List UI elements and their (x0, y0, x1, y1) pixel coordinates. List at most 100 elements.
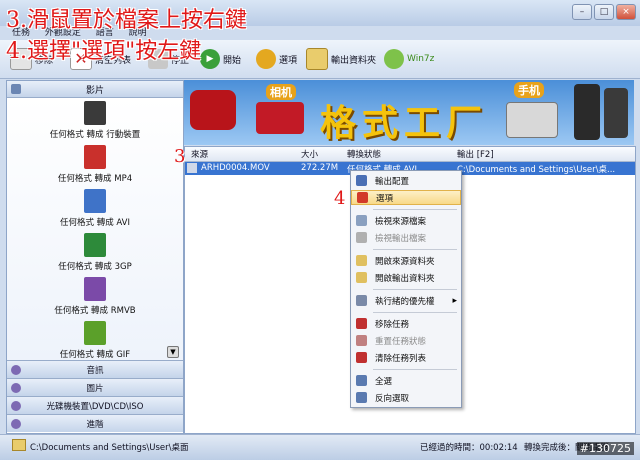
format-item[interactable]: 任何格式 轉成 GIF (7, 318, 183, 360)
format-item[interactable]: 任何格式 轉成 行動裝置 (7, 98, 183, 142)
category-picture[interactable]: 圖片 (7, 378, 183, 396)
menu-item-label: 選項 (376, 193, 394, 204)
priority-icon (356, 295, 367, 306)
menu-item-label: 移除任務 (375, 319, 410, 330)
rmvb-icon (84, 276, 106, 301)
format-label: 任何格式 轉成 行動裝置 (49, 129, 141, 140)
minimize-button[interactable]: – (572, 4, 592, 20)
video-category-label: 影片 (85, 85, 104, 96)
menu-item-clear-list[interactable]: 清除任務列表 (351, 350, 461, 365)
menu-item-label: 清除任務列表 (375, 353, 427, 364)
format-item[interactable]: 任何格式 轉成 3GP (7, 230, 183, 274)
options-gear-icon (256, 49, 276, 69)
win7-icon (384, 49, 404, 69)
camera-image (256, 102, 304, 134)
camcorder-image (190, 90, 236, 130)
menu-item-label: 反向選取 (375, 393, 410, 404)
instruction-line-2: 4.選擇"選項"按左鍵 (6, 39, 202, 64)
clear-list-icon (356, 352, 367, 363)
elapsed-time: 已經過的時間：00:02:14 (420, 443, 518, 453)
format-label: 任何格式 轉成 3GP (58, 261, 132, 272)
menu-item-remove-task[interactable]: 移除任務 (351, 316, 461, 331)
output-path[interactable]: C:\Documents and Settings\User\桌面 (30, 441, 189, 453)
menu-item-priority[interactable]: 執行緒的優先權 ▸ (351, 293, 461, 308)
col-output[interactable]: 輸出 [F2] (457, 148, 494, 160)
menu-item-view-source[interactable]: 檢視來源檔案 (351, 213, 461, 228)
menu-item-select-all[interactable]: 全選 (351, 373, 461, 388)
menu-item-reset-task[interactable]: 重置任務狀態 (351, 333, 461, 348)
format-factory-window: – □ × 任務 外觀設定 語言 說明 移除 ✕ 清空列表 停止 ▶ 開始 選項 (0, 0, 640, 460)
col-source[interactable]: 來源 (191, 148, 208, 160)
camera-tag: 相机 (266, 84, 296, 100)
col-status[interactable]: 轉換狀態 (347, 148, 381, 160)
video-format-list: 任何格式 轉成 行動裝置 任何格式 轉成 MP4 任何格式 轉成 AVI 任何格式 轉… (7, 98, 183, 360)
format-item[interactable]: 任何格式 轉成 RMVB (7, 274, 183, 318)
menu-item-label: 開啟來源資料夾 (375, 256, 435, 267)
menu-item-label: 執行緒的優先權 (375, 296, 435, 307)
remove-task-icon (356, 318, 367, 329)
task-source: ARHD0004.MOV (201, 163, 270, 173)
close-button[interactable]: × (616, 4, 636, 20)
phone-tag: 手机 (514, 82, 544, 98)
win7-button[interactable]: Win7z (384, 46, 434, 72)
mp4-icon (84, 144, 106, 169)
category-audio[interactable]: 音訊 (7, 360, 183, 378)
submenu-arrow-icon: ▸ (452, 295, 457, 306)
invert-select-icon (356, 392, 367, 403)
gif-icon (84, 320, 106, 345)
menu-item-view-output[interactable]: 檢視輸出檔案 (351, 230, 461, 245)
3gp-icon (84, 232, 106, 257)
task-list-header: 來源 大小 轉換狀態 輸出 [F2] (185, 147, 635, 162)
menu-item-label: 檢視來源檔案 (375, 216, 427, 227)
folder-icon (306, 48, 328, 70)
category-label: 進階 (86, 419, 104, 430)
format-item[interactable]: 任何格式 轉成 AVI (7, 186, 183, 230)
category-label: 音訊 (86, 365, 104, 376)
format-label: 任何格式 轉成 AVI (60, 217, 130, 228)
menu-item-label: 開啟輸出資料夾 (375, 273, 435, 284)
menu-item-open-source-folder[interactable]: 開啟來源資料夾 (351, 253, 461, 268)
play-icon: ▶ (200, 49, 220, 69)
category-label: 圖片 (86, 383, 104, 394)
maximize-button[interactable]: □ (594, 4, 614, 20)
task-output: C:\Documents and Settings\User\桌... (457, 165, 616, 175)
menu-separator (373, 369, 457, 370)
output-folder-button[interactable]: 輸出資料夾 (306, 46, 376, 72)
phone-image (506, 102, 558, 138)
menu-item-options[interactable]: 選項 (351, 190, 461, 205)
step-marker-3: 3 (174, 146, 186, 167)
category-advanced[interactable]: 進階 (7, 414, 183, 432)
start-label: 開始 (223, 55, 242, 66)
format-label: 任何格式 轉成 MP4 (57, 173, 133, 184)
video-category-header[interactable]: 影片 (7, 81, 183, 98)
win7-label: Win7z (407, 54, 435, 64)
menu-item-label: 重置任務狀態 (375, 336, 427, 347)
start-button[interactable]: ▶ 開始 (200, 46, 241, 72)
menu-item-output-config[interactable]: 輸出配置 (351, 173, 461, 188)
menu-item-label: 檢視輸出檔案 (375, 233, 427, 244)
view-source-icon (356, 215, 367, 226)
reset-task-icon (356, 335, 367, 346)
menu-separator (373, 312, 457, 313)
smartphone-image (574, 84, 600, 140)
view-output-icon (356, 232, 367, 243)
status-folder-icon (12, 439, 26, 451)
col-size[interactable]: 大小 (301, 148, 318, 160)
menu-item-open-output-folder[interactable]: 開啟輸出資料夾 (351, 270, 461, 285)
menu-item-label: 輸出配置 (375, 176, 410, 187)
context-menu: 輸出配置選項檢視來源檔案 檢視輸出檔案 開啟來源資料夾 開啟輸出資料夾 執行緒的優先權 ▸… (350, 170, 462, 408)
step-marker-4: 4 (334, 188, 346, 209)
category-disc[interactable]: 光碟機裝置\DVD\CD\ISO (7, 396, 183, 414)
output-config-icon (356, 175, 367, 186)
menu-item-invert-select[interactable]: 反向選取 (351, 390, 461, 405)
select-all-icon (356, 375, 367, 386)
format-label: 任何格式 轉成 GIF (59, 349, 131, 360)
scroll-down-button[interactable]: ▼ (167, 346, 179, 358)
avi-icon (84, 188, 106, 213)
menu-item-label: 全選 (375, 376, 393, 387)
options-icon (357, 192, 368, 203)
options-button[interactable]: 選項 (256, 46, 297, 72)
menu-separator (373, 209, 457, 210)
banner-title: 格式工厂 (320, 103, 489, 144)
format-item[interactable]: 任何格式 轉成 MP4 (7, 142, 183, 186)
